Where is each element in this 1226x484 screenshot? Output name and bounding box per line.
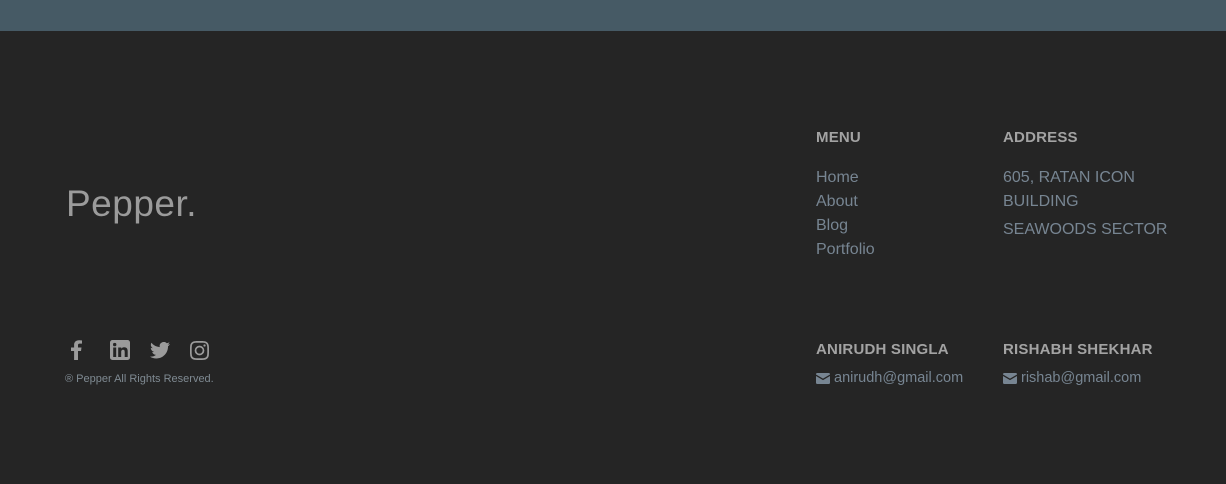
- address-line-1: 605, RATAN ICON: [1003, 169, 1135, 186]
- address-line-2: BUILDING: [1003, 193, 1079, 210]
- contact-name: RISHABH SHEKHAR: [1003, 341, 1153, 358]
- twitter-link[interactable]: [150, 338, 190, 362]
- address-column: ADDRESS 605, RATAN ICON BUILDING SEAWOOD…: [1003, 129, 1167, 242]
- address-block: 605, RATAN ICON BUILDING SEAWOODS SECTOR: [1003, 166, 1167, 242]
- contact-email: rishab@gmail.com: [1021, 370, 1142, 386]
- envelope-icon: [1003, 372, 1017, 384]
- instagram-icon: [190, 340, 209, 360]
- contact-email: anirudh@gmail.com: [834, 370, 964, 386]
- social-links: [70, 338, 230, 362]
- menu-item-blog[interactable]: Blog: [816, 214, 875, 238]
- linkedin-icon: [110, 340, 130, 360]
- facebook-link[interactable]: [70, 338, 110, 362]
- menu-column: MENU Home About Blog Portfolio: [816, 129, 875, 262]
- menu-item-portfolio[interactable]: Portfolio: [816, 238, 875, 262]
- contact-anirudh: ANIRUDH SINGLA anirudh@gmail.com: [816, 341, 963, 386]
- menu-heading: MENU: [816, 129, 861, 146]
- menu-item-home[interactable]: Home: [816, 166, 875, 190]
- menu-list: Home About Blog Portfolio: [816, 166, 875, 262]
- site-footer: Pepper. ® Pepper All Rights Reserved. ME…: [0, 31, 1226, 484]
- top-band: [0, 0, 1226, 31]
- contact-email-link[interactable]: rishab@gmail.com: [1003, 370, 1153, 386]
- contact-name: ANIRUDH SINGLA: [816, 341, 949, 358]
- copyright-text: ® Pepper All Rights Reserved.: [65, 373, 214, 385]
- facebook-icon: [71, 340, 82, 360]
- menu-item-about[interactable]: About: [816, 190, 875, 214]
- envelope-icon: [816, 372, 830, 384]
- twitter-icon: [150, 341, 170, 358]
- contact-email-link[interactable]: anirudh@gmail.com: [816, 370, 963, 386]
- address-heading: ADDRESS: [1003, 129, 1078, 146]
- brand-logo[interactable]: Pepper.: [66, 183, 197, 225]
- contact-rishabh: RISHABH SHEKHAR rishab@gmail.com: [1003, 341, 1153, 386]
- instagram-link[interactable]: [190, 338, 230, 362]
- linkedin-link[interactable]: [110, 338, 150, 362]
- address-line-3: SEAWOODS SECTOR: [1003, 221, 1168, 238]
